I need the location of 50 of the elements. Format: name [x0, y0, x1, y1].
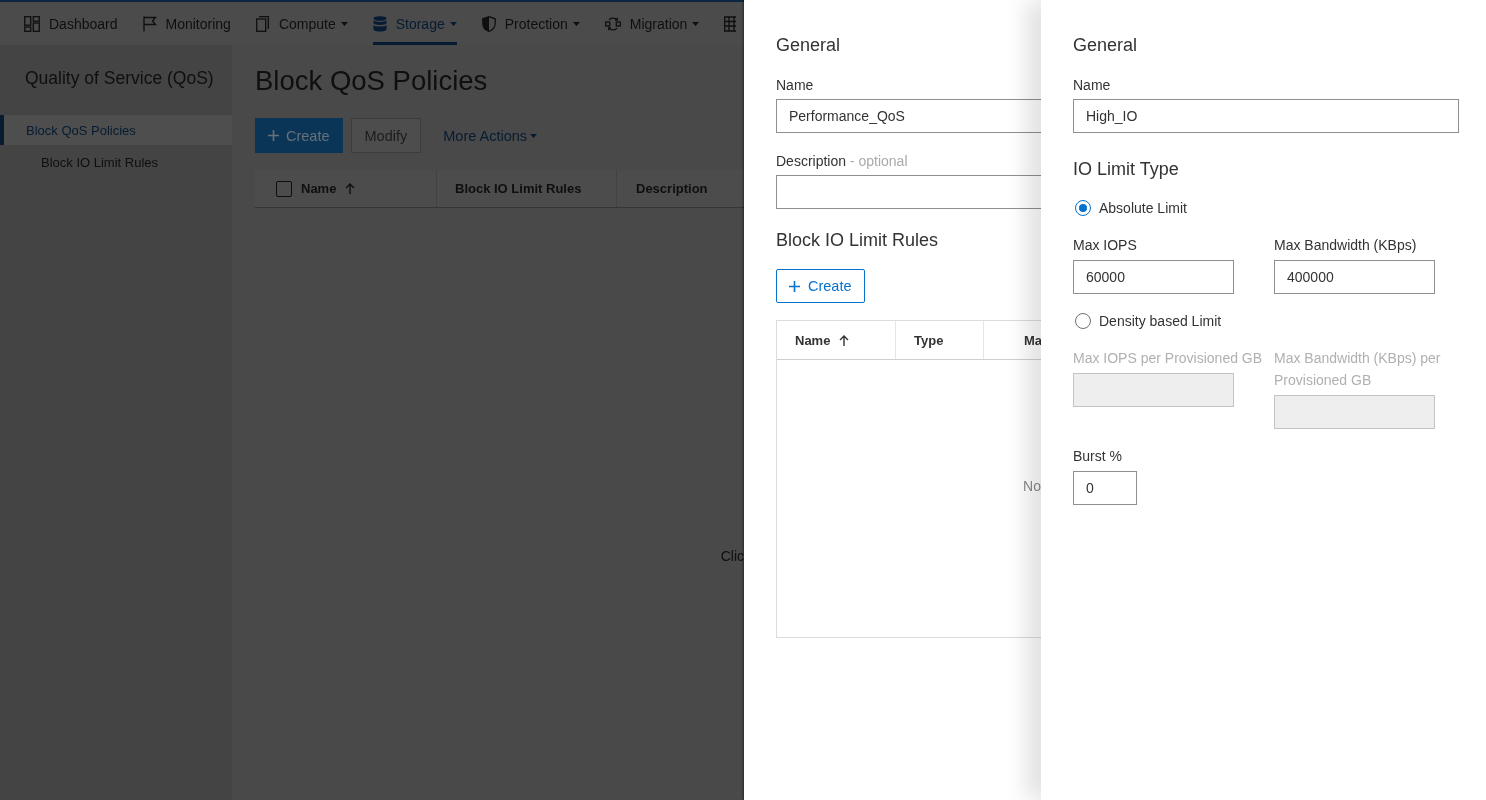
radio-button[interactable]: [1075, 200, 1091, 216]
field-label: Max IOPS per Provisioned GB: [1073, 349, 1264, 368]
section-heading: IO Limit Type: [1073, 158, 1180, 180]
field-label: Max IOPS: [1073, 236, 1138, 254]
column-header[interactable]: Block IO Limit Rules: [455, 181, 582, 196]
section-heading: Block IO Limit Rules: [776, 229, 940, 251]
column-header[interactable]: Name: [301, 181, 356, 196]
empty-message: Clic: [720, 547, 744, 565]
column-header[interactable]: Description: [636, 181, 708, 196]
radio-option[interactable]: Absolute Limit: [1073, 198, 1187, 218]
sidebar-item[interactable]: Block QoS Policies: [0, 115, 232, 145]
page-title: Block QoS Policies: [255, 64, 489, 98]
field-label: Max Bandwidth (KBps) per Provisioned GB: [1274, 349, 1442, 390]
field-label: Name: [776, 76, 815, 94]
database-icon: [372, 15, 387, 32]
text-field[interactable]: 60000: [1073, 260, 1234, 294]
field-label: Burst %: [1073, 447, 1123, 465]
nav-tab[interactable]: Protection: [481, 2, 580, 45]
menu-button[interactable]: More Actions: [443, 118, 538, 153]
section-heading: General: [776, 34, 842, 56]
field-label: Description - optional: [776, 152, 909, 170]
shield-icon: [481, 15, 496, 32]
text-field[interactable]: 400000: [1274, 260, 1435, 294]
text-field[interactable]: High_IO: [1073, 99, 1459, 133]
primary-button[interactable]: Create: [255, 118, 343, 153]
nav-tab[interactable]: Migration: [604, 2, 700, 45]
arrows-icon: [604, 15, 621, 32]
flag-icon: [142, 15, 157, 32]
radio-button[interactable]: [1075, 313, 1091, 329]
grid-icon: [24, 15, 40, 32]
text-field[interactable]: [776, 175, 1041, 209]
caret-icon: [530, 133, 538, 138]
field-label: Max Bandwidth (KBps): [1274, 236, 1418, 254]
column-header[interactable]: Type: [914, 332, 944, 348]
nav-tab[interactable]: Compute: [255, 2, 348, 45]
column-header[interactable]: Name: [795, 332, 850, 348]
text-field[interactable]: 0: [1073, 471, 1137, 505]
plus-icon: [789, 280, 800, 292]
text-field[interactable]: Performance_QoS: [776, 99, 1041, 133]
table-icon: [724, 15, 737, 32]
field-label: Name: [1073, 76, 1112, 94]
empty-message: No: [1023, 477, 1041, 495]
nav-tab[interactable]: Monitoring: [142, 2, 231, 45]
radio-option[interactable]: Density based Limit: [1073, 311, 1222, 331]
section-heading: General: [1073, 34, 1139, 56]
plus-icon: [268, 130, 279, 141]
nav-tab[interactable]: Dashboard: [24, 2, 118, 45]
checkbox[interactable]: [276, 180, 292, 197]
document-icon: [255, 15, 270, 32]
create-button[interactable]: Create: [776, 269, 865, 303]
